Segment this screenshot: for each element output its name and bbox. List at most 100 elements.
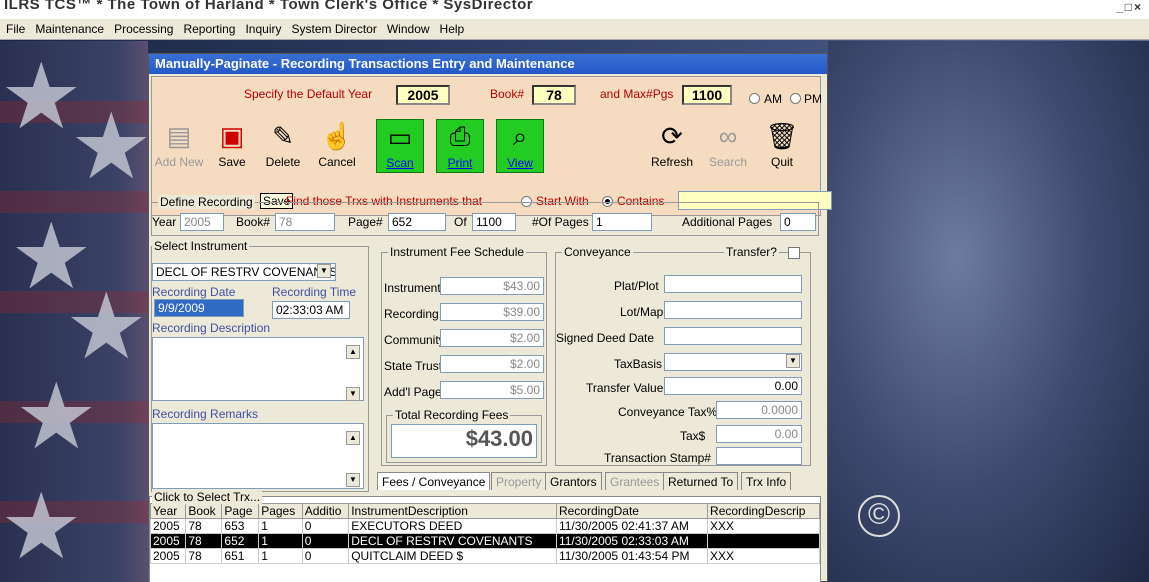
book-box[interactable]: 78 [532,85,576,105]
select-instrument-group: Select Instrument DECL OF RESTRV COVENAN… [151,239,369,492]
add-new-button[interactable]: ▤ Add New [154,119,204,173]
column-header[interactable]: InstrumentDescription [348,503,557,519]
chevron-down-icon[interactable]: ▼ [317,264,331,278]
tab-property[interactable]: Property [491,472,547,490]
conveyance-group: Conveyance Transfer? Plat/Plot Lot/Map S… [555,245,811,466]
instrument-fee: $43.00 [440,277,544,295]
year-field[interactable]: 2005 [180,213,224,231]
menu-processing[interactable]: Processing [114,22,173,36]
print-button[interactable]: ⎙ Print [436,119,484,173]
column-header[interactable]: Additio [301,503,350,519]
delete-button[interactable]: ✎ Delete [258,119,308,173]
tax-field: 0.00 [716,425,802,443]
menu-maintenance[interactable]: Maintenance [35,22,104,36]
transactions-table: Year Book Page Pages Additio InstrumentD… [149,503,820,564]
community-fee: $2.00 [440,329,544,347]
of-pages-field[interactable]: 1100 [472,213,516,231]
table-row[interactable]: 2005 78 653 1 0 EXECUTORS DEED 11/30/2005 02:… [149,518,820,534]
trash-can-icon: 🗑 [765,120,799,151]
am-radio[interactable] [749,93,760,104]
additional-pages-field[interactable]: 0 [780,213,816,231]
table-row[interactable]: 2005 78 652 1 0 DECL OF RESTRV COVENANTS 11/3… [149,533,820,549]
pm-radio[interactable] [790,93,801,104]
save-button[interactable]: ▣ Save [210,119,254,173]
recording-remarks-field[interactable] [152,423,364,489]
menu-window[interactable]: Window [387,22,430,36]
book-field[interactable]: 78 [275,213,335,231]
plat-field[interactable] [664,275,802,293]
define-recording-group: Define Recording Year 2005 Book# 78 Page… [151,195,819,236]
column-header[interactable]: Page [221,503,260,519]
menu-help[interactable]: Help [440,22,465,36]
lot-field[interactable] [664,301,802,319]
total-fees-value: $43.00 [391,424,537,458]
form-title: Manually-Paginate - Recording Transactio… [149,54,827,74]
taxbasis-select[interactable] [664,353,802,371]
star-icon: ★ [65,276,148,378]
cancel-button[interactable]: ☝ Cancel [312,119,362,173]
scanner-icon: ▭ [387,121,413,152]
floppy-disk-icon: ▣ [219,120,245,151]
state-trust-fee: $2.00 [440,355,544,373]
scroll-down-icon[interactable]: ▼ [346,387,360,401]
star-icon: ★ [70,96,148,198]
column-header[interactable]: RecordingDescrip [707,503,820,519]
default-year-label: Specify the Default Year [244,87,373,101]
magnifier-icon: ⌕ [512,121,528,151]
menu-file[interactable]: File [6,22,25,36]
transaction-stamp-field[interactable] [716,447,802,465]
instrument-select[interactable]: DECL OF RESTRV COVENANTS [152,263,336,281]
window-title: ILRS TCS™ * The Town of Harland * Town C… [4,0,534,13]
addl-page-fee: $5.00 [440,381,544,399]
chevron-down-icon[interactable]: ▼ [786,354,800,368]
star-icon: ★ [15,366,98,468]
transfer-value-field[interactable]: 0.00 [664,377,802,395]
star-icon: ★ [0,476,83,578]
table-row[interactable]: 2005 78 651 1 0 QUITCLAIM DEED $11/30/2005 0… [149,548,820,564]
view-button[interactable]: ⌕ View [496,119,544,173]
refresh-icon: ⟳ [661,120,683,151]
maxpgs-label: and Max#Pgs [600,87,674,101]
recording-date-field[interactable]: 9/9/2009 [154,299,244,317]
tab-trx-info[interactable]: Trx Info [741,472,792,490]
tab-grantors[interactable]: Grantors [545,472,602,490]
refresh-button[interactable]: ⟳ Refresh [646,119,698,173]
eraser-icon: ✎ [272,120,294,151]
menu-reporting[interactable]: Reporting [183,22,235,36]
menu-inquiry[interactable]: Inquiry [245,22,281,36]
recording-time-field[interactable]: 02:33:03 AM [272,301,350,319]
column-header[interactable]: Year [149,503,187,519]
recording-fee: $39.00 [440,303,544,321]
search-button[interactable]: ∞ Search [704,119,752,173]
desktop-flag-background: ★ ★ ★ ★ ★ ★ [0,41,148,582]
pm-label: PM [804,92,822,106]
column-header[interactable]: Pages [258,503,303,519]
maxpgs-box[interactable]: 1100 [682,85,732,105]
scroll-up-icon[interactable]: ▲ [346,345,360,359]
tab-fees-conveyance[interactable]: Fees / Conveyance [377,472,491,490]
signed-deed-date-field[interactable] [664,327,802,345]
window-titlebar: ILRS TCS™ * The Town of Harland * Town C… [0,0,1149,19]
default-year-box[interactable]: 2005 [396,85,450,105]
copyright-watermark: © [858,495,900,537]
tab-returned-to[interactable]: Returned To [663,472,739,490]
column-header[interactable]: RecordingDate [555,503,709,519]
scroll-up-icon[interactable]: ▲ [346,431,360,445]
page-field[interactable]: 652 [388,213,446,231]
scan-button[interactable]: ▭ Scan [376,119,424,173]
num-pages-field[interactable]: 1 [592,213,652,231]
menu-system-director[interactable]: System Director [292,22,377,36]
transactions-grid: Click to Select Trx... Year Book Page Pa… [149,490,821,582]
book-label: Book# [490,87,525,101]
transfer-checkbox[interactable] [788,247,800,259]
total-fees-box: Total Recording Fees $43.00 [386,408,542,463]
printer-icon: ⎙ [449,121,471,151]
column-header[interactable]: Book [185,503,223,519]
recording-transactions-window: Manually-Paginate - Recording Transactio… [148,53,832,582]
recording-description-field[interactable] [152,337,364,401]
window-controls[interactable]: _□× [1116,0,1143,14]
hand-icon: ☝ [320,120,354,151]
quit-button[interactable]: 🗑 Quit [758,119,806,173]
tab-grantees[interactable]: Grantees [605,472,665,490]
scroll-down-icon[interactable]: ▼ [346,473,360,487]
